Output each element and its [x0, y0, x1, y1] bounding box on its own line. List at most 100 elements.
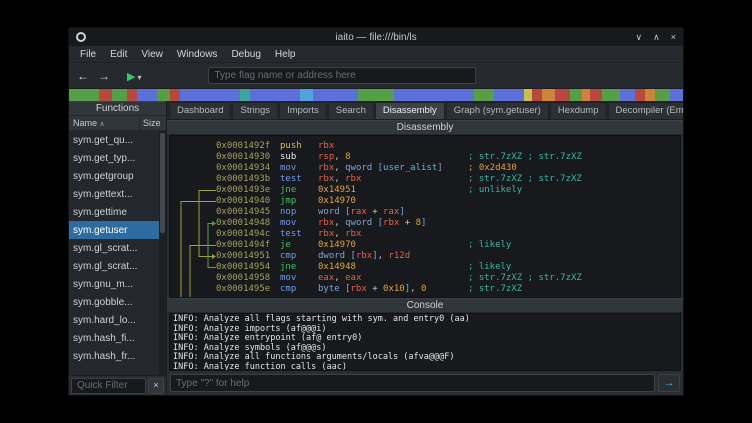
close-button[interactable]: ×: [671, 32, 676, 43]
instruction-comment: ; str.7zXZ ; str.7zXZ: [468, 152, 582, 163]
disassembly-line[interactable]: 0x0001492fpushrbx: [216, 141, 680, 152]
function-name: sym.hash_fr...: [73, 351, 135, 362]
tab-disassembly[interactable]: Disassembly: [375, 102, 445, 119]
memory-segment[interactable]: [157, 89, 170, 101]
memory-segment[interactable]: [524, 89, 532, 101]
function-row[interactable]: sym.gl_scrat...: [69, 239, 166, 257]
memory-segment[interactable]: [542, 89, 555, 101]
functions-scrollbar[interactable]: [159, 131, 166, 375]
disassembly-line[interactable]: 0x0001493ejne0x14951; unlikely: [216, 185, 680, 196]
function-row[interactable]: sym.gettext...: [69, 185, 166, 203]
disassembly-line[interactable]: 0x00014951cmpdword [rbx], r12d: [216, 251, 680, 262]
minimize-button[interactable]: ∨: [636, 32, 643, 43]
function-row[interactable]: sym.gnu_m...: [69, 275, 166, 293]
disassembly-line[interactable]: 0x0001493btestrbx, rbx; str.7zXZ ; str.7…: [216, 174, 680, 185]
tab-graph[interactable]: Graph (sym.getuser): [446, 102, 549, 119]
tab-search[interactable]: Search: [328, 102, 374, 119]
titlebar[interactable]: iaito — file:///bin/ls ∨ ∧ ×: [69, 28, 683, 46]
function-row[interactable]: sym.get_qu...: [69, 131, 166, 149]
memory-segment[interactable]: [112, 89, 127, 101]
instruction-operands: 0x14970: [318, 196, 468, 207]
scrollbar-handle[interactable]: [160, 133, 165, 233]
disassembly-line[interactable]: 0x00014940jmp0x14970: [216, 196, 680, 207]
memory-segment[interactable]: [170, 89, 180, 101]
function-name: sym.get_qu...: [73, 135, 133, 146]
run-options-dropdown[interactable]: ▾: [137, 67, 141, 85]
console-output[interactable]: INFO: Analyze all flags starting with sy…: [169, 313, 681, 371]
memory-segment[interactable]: [300, 89, 313, 101]
memory-segment[interactable]: [620, 89, 635, 101]
maximize-button[interactable]: ∧: [653, 32, 660, 43]
instruction-operands: eax, eax: [318, 273, 468, 284]
menu-item-file[interactable]: File: [73, 47, 103, 62]
address-input[interactable]: [208, 67, 476, 84]
tab-hexdump[interactable]: Hexdump: [550, 102, 607, 119]
memory-segment[interactable]: [590, 89, 603, 101]
function-row[interactable]: sym.getgroup: [69, 167, 166, 185]
continue-button[interactable]: ▶: [127, 67, 135, 85]
memory-segment[interactable]: [180, 89, 240, 101]
disassembly-line[interactable]: 0x00014930subrsp, 8; str.7zXZ ; str.7zXZ: [216, 152, 680, 163]
menu-item-help[interactable]: Help: [268, 47, 303, 62]
disassembly-line[interactable]: 0x0001494fje0x14970; likely: [216, 240, 680, 251]
memory-segment[interactable]: [602, 89, 620, 101]
disassembly-line[interactable]: 0x00014945nopword [rax + rax]: [216, 207, 680, 218]
menu-item-debug[interactable]: Debug: [224, 47, 267, 62]
memory-segment[interactable]: [69, 89, 99, 101]
menu-item-edit[interactable]: Edit: [103, 47, 134, 62]
tab-dashboard[interactable]: Dashboard: [169, 102, 231, 119]
memory-segment[interactable]: [532, 89, 542, 101]
instruction-mnemonic: jmp: [280, 196, 318, 207]
function-row[interactable]: sym.hard_lo...: [69, 311, 166, 329]
instruction-address: 0x00014934: [216, 163, 280, 174]
menu-item-windows[interactable]: Windows: [170, 47, 225, 62]
back-button[interactable]: ←: [77, 67, 89, 85]
forward-button[interactable]: →: [98, 67, 110, 85]
menu-item-view[interactable]: View: [134, 47, 170, 62]
memory-segment[interactable]: [99, 89, 112, 101]
memory-segment[interactable]: [555, 89, 570, 101]
memory-segment[interactable]: [670, 89, 683, 101]
quick-filter-input[interactable]: [71, 378, 146, 394]
function-row[interactable]: sym.gettime: [69, 203, 166, 221]
column-header-name[interactable]: Name ∧: [69, 116, 140, 130]
memory-segment[interactable]: [250, 89, 300, 101]
memory-segment[interactable]: [313, 89, 358, 101]
memory-segment[interactable]: [127, 89, 137, 101]
function-row[interactable]: sym.get_typ...: [69, 149, 166, 167]
disassembly-line[interactable]: 0x0001495ecmpbyte [rbx + 0x10], 0; str.7…: [216, 284, 680, 295]
memory-segment[interactable]: [582, 89, 590, 101]
disassembly-line[interactable]: 0x00014958moveax, eax; str.7zXZ ; str.7z…: [216, 273, 680, 284]
instruction-operands: rbx, rbx: [318, 174, 468, 185]
memory-segment[interactable]: [635, 89, 645, 101]
disassembly-line[interactable]: 0x00014948movrbx, qword [rbx + 8]: [216, 218, 680, 229]
function-row[interactable]: sym.hash_fr...: [69, 347, 166, 365]
memory-segment[interactable]: [358, 89, 393, 101]
tab-decompiler[interactable]: Decompiler (Empty): [608, 102, 683, 119]
memory-map-strip[interactable]: [69, 89, 683, 101]
function-row[interactable]: sym.hash_fi...: [69, 329, 166, 347]
function-row[interactable]: sym.gobble...: [69, 293, 166, 311]
console-send-button[interactable]: →: [658, 374, 680, 392]
memory-segment[interactable]: [655, 89, 670, 101]
function-row[interactable]: sym.getuser: [69, 221, 166, 239]
instruction-operands: rbx, rbx: [318, 229, 468, 240]
memory-segment[interactable]: [645, 89, 655, 101]
memory-segment[interactable]: [240, 89, 250, 101]
disassembly-view[interactable]: 0x0001492fpushrbx0x00014930subrsp, 8; st…: [169, 135, 681, 298]
instruction-mnemonic: cmp: [280, 284, 318, 295]
memory-segment[interactable]: [137, 89, 157, 101]
disassembly-line[interactable]: 0x0001494ctestrbx, rbx: [216, 229, 680, 240]
disassembly-line[interactable]: 0x00014954jne0x14948; likely: [216, 262, 680, 273]
memory-segment[interactable]: [494, 89, 524, 101]
memory-segment[interactable]: [570, 89, 583, 101]
quick-filter-clear-button[interactable]: ×: [148, 378, 164, 394]
tab-imports[interactable]: Imports: [279, 102, 327, 119]
function-row[interactable]: sym.gl_scrat...: [69, 257, 166, 275]
tab-strings[interactable]: Strings: [232, 102, 278, 119]
column-header-size[interactable]: Size: [140, 116, 166, 130]
console-input[interactable]: [170, 374, 655, 392]
disassembly-line[interactable]: 0x00014934movrbx, qword [user_alist]; 0x…: [216, 163, 680, 174]
memory-segment[interactable]: [474, 89, 494, 101]
memory-segment[interactable]: [394, 89, 475, 101]
